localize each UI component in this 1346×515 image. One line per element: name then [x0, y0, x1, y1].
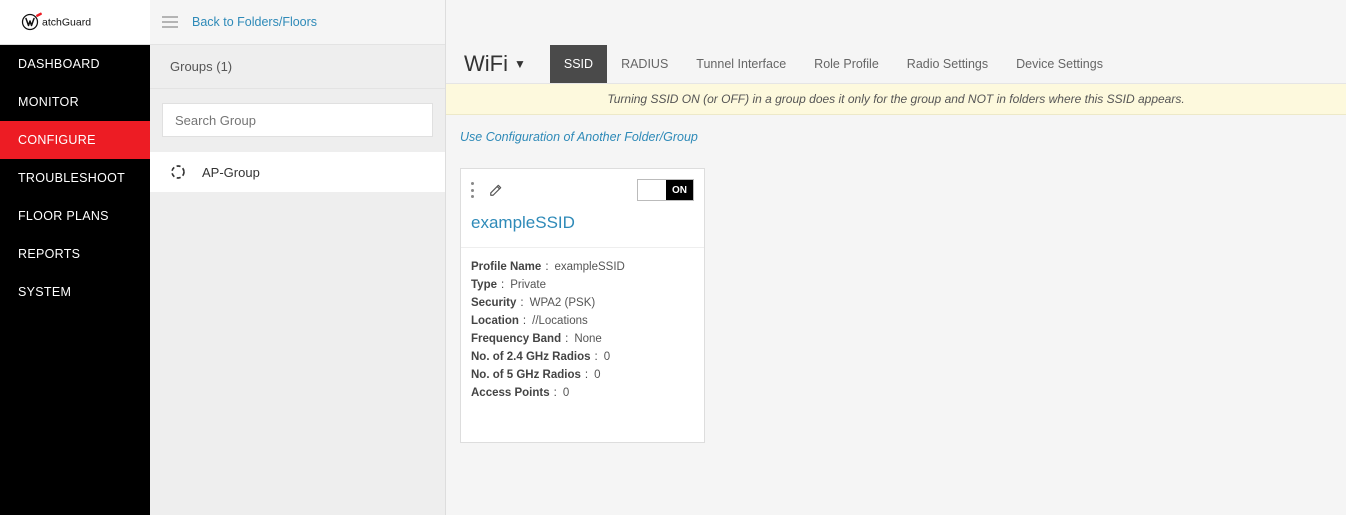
- prop-security: Security:WPA2 (PSK): [471, 294, 694, 312]
- watchguard-logo-icon: atchGuard: [20, 10, 130, 34]
- hamburger-icon[interactable]: [162, 16, 178, 28]
- tab-device-settings[interactable]: Device Settings: [1002, 45, 1117, 83]
- prop-profile-name: Profile Name:exampleSSID: [471, 258, 694, 276]
- tab-role-profile[interactable]: Role Profile: [800, 45, 893, 83]
- caret-down-icon: ▼: [514, 57, 526, 71]
- prop-location: Location://Locations: [471, 312, 694, 330]
- breadcrumb: Back to Folders/Floors: [150, 0, 445, 45]
- nav-monitor[interactable]: MONITOR: [0, 83, 150, 121]
- nav-dashboard[interactable]: DASHBOARD: [0, 45, 150, 83]
- group-search-wrap: [150, 89, 445, 151]
- nav-troubleshoot[interactable]: TROUBLESHOOT: [0, 159, 150, 197]
- groups-header: Groups (1): [150, 45, 445, 89]
- section-title-label: WiFi: [464, 51, 508, 77]
- tab-radius[interactable]: RADIUS: [607, 45, 682, 83]
- nav-floor-plans[interactable]: FLOOR PLANS: [0, 197, 150, 235]
- nav-configure[interactable]: CONFIGURE: [0, 121, 150, 159]
- toggle-on-label: ON: [666, 180, 693, 200]
- use-other-config-link[interactable]: Use Configuration of Another Folder/Grou…: [460, 130, 698, 144]
- tabs-row: WiFi ▼ SSID RADIUS Tunnel Interface Role…: [446, 45, 1346, 84]
- tab-tunnel-interface[interactable]: Tunnel Interface: [682, 45, 800, 83]
- info-notice: Turning SSID ON (or OFF) in a group does…: [446, 84, 1346, 115]
- nav-items: DASHBOARD MONITOR CONFIGURE TROUBLESHOOT…: [0, 45, 150, 311]
- ssid-name-link[interactable]: exampleSSID: [461, 209, 704, 247]
- nav-reports[interactable]: REPORTS: [0, 235, 150, 273]
- group-search-input[interactable]: [162, 103, 433, 137]
- ssid-card: ON exampleSSID Profile Name:exampleSSID …: [460, 168, 705, 443]
- group-name-label: AP-Group: [202, 165, 260, 180]
- ssid-toggle[interactable]: ON: [637, 179, 694, 201]
- main-content: WiFi ▼ SSID RADIUS Tunnel Interface Role…: [446, 0, 1346, 515]
- section-dropdown[interactable]: WiFi ▼: [464, 51, 526, 77]
- prop-access-points: Access Points:0: [471, 384, 694, 402]
- prop-type: Type:Private: [471, 276, 694, 294]
- tab-ssid[interactable]: SSID: [550, 45, 607, 83]
- logo: atchGuard: [0, 0, 150, 45]
- groups-panel: Back to Folders/Floors Groups (1) AP-Gro…: [150, 0, 446, 515]
- ssid-card-body: Profile Name:exampleSSID Type:Private Se…: [461, 247, 704, 442]
- tab-radio-settings[interactable]: Radio Settings: [893, 45, 1002, 83]
- prop-frequency-band: Frequency Band:None: [471, 330, 694, 348]
- group-row-ap-group[interactable]: AP-Group: [150, 151, 445, 193]
- prop-24ghz-radios: No. of 2.4 GHz Radios:0: [471, 348, 694, 366]
- group-loading-icon: [170, 164, 186, 180]
- prop-5ghz-radios: No. of 5 GHz Radios:0: [471, 366, 694, 384]
- back-to-folders-link[interactable]: Back to Folders/Floors: [192, 15, 317, 29]
- edit-icon[interactable]: [489, 183, 503, 197]
- sidebar-nav: atchGuard DASHBOARD MONITOR CONFIGURE TR…: [0, 0, 150, 515]
- more-options-icon[interactable]: [471, 182, 475, 198]
- nav-system[interactable]: SYSTEM: [0, 273, 150, 311]
- svg-text:atchGuard: atchGuard: [42, 17, 91, 29]
